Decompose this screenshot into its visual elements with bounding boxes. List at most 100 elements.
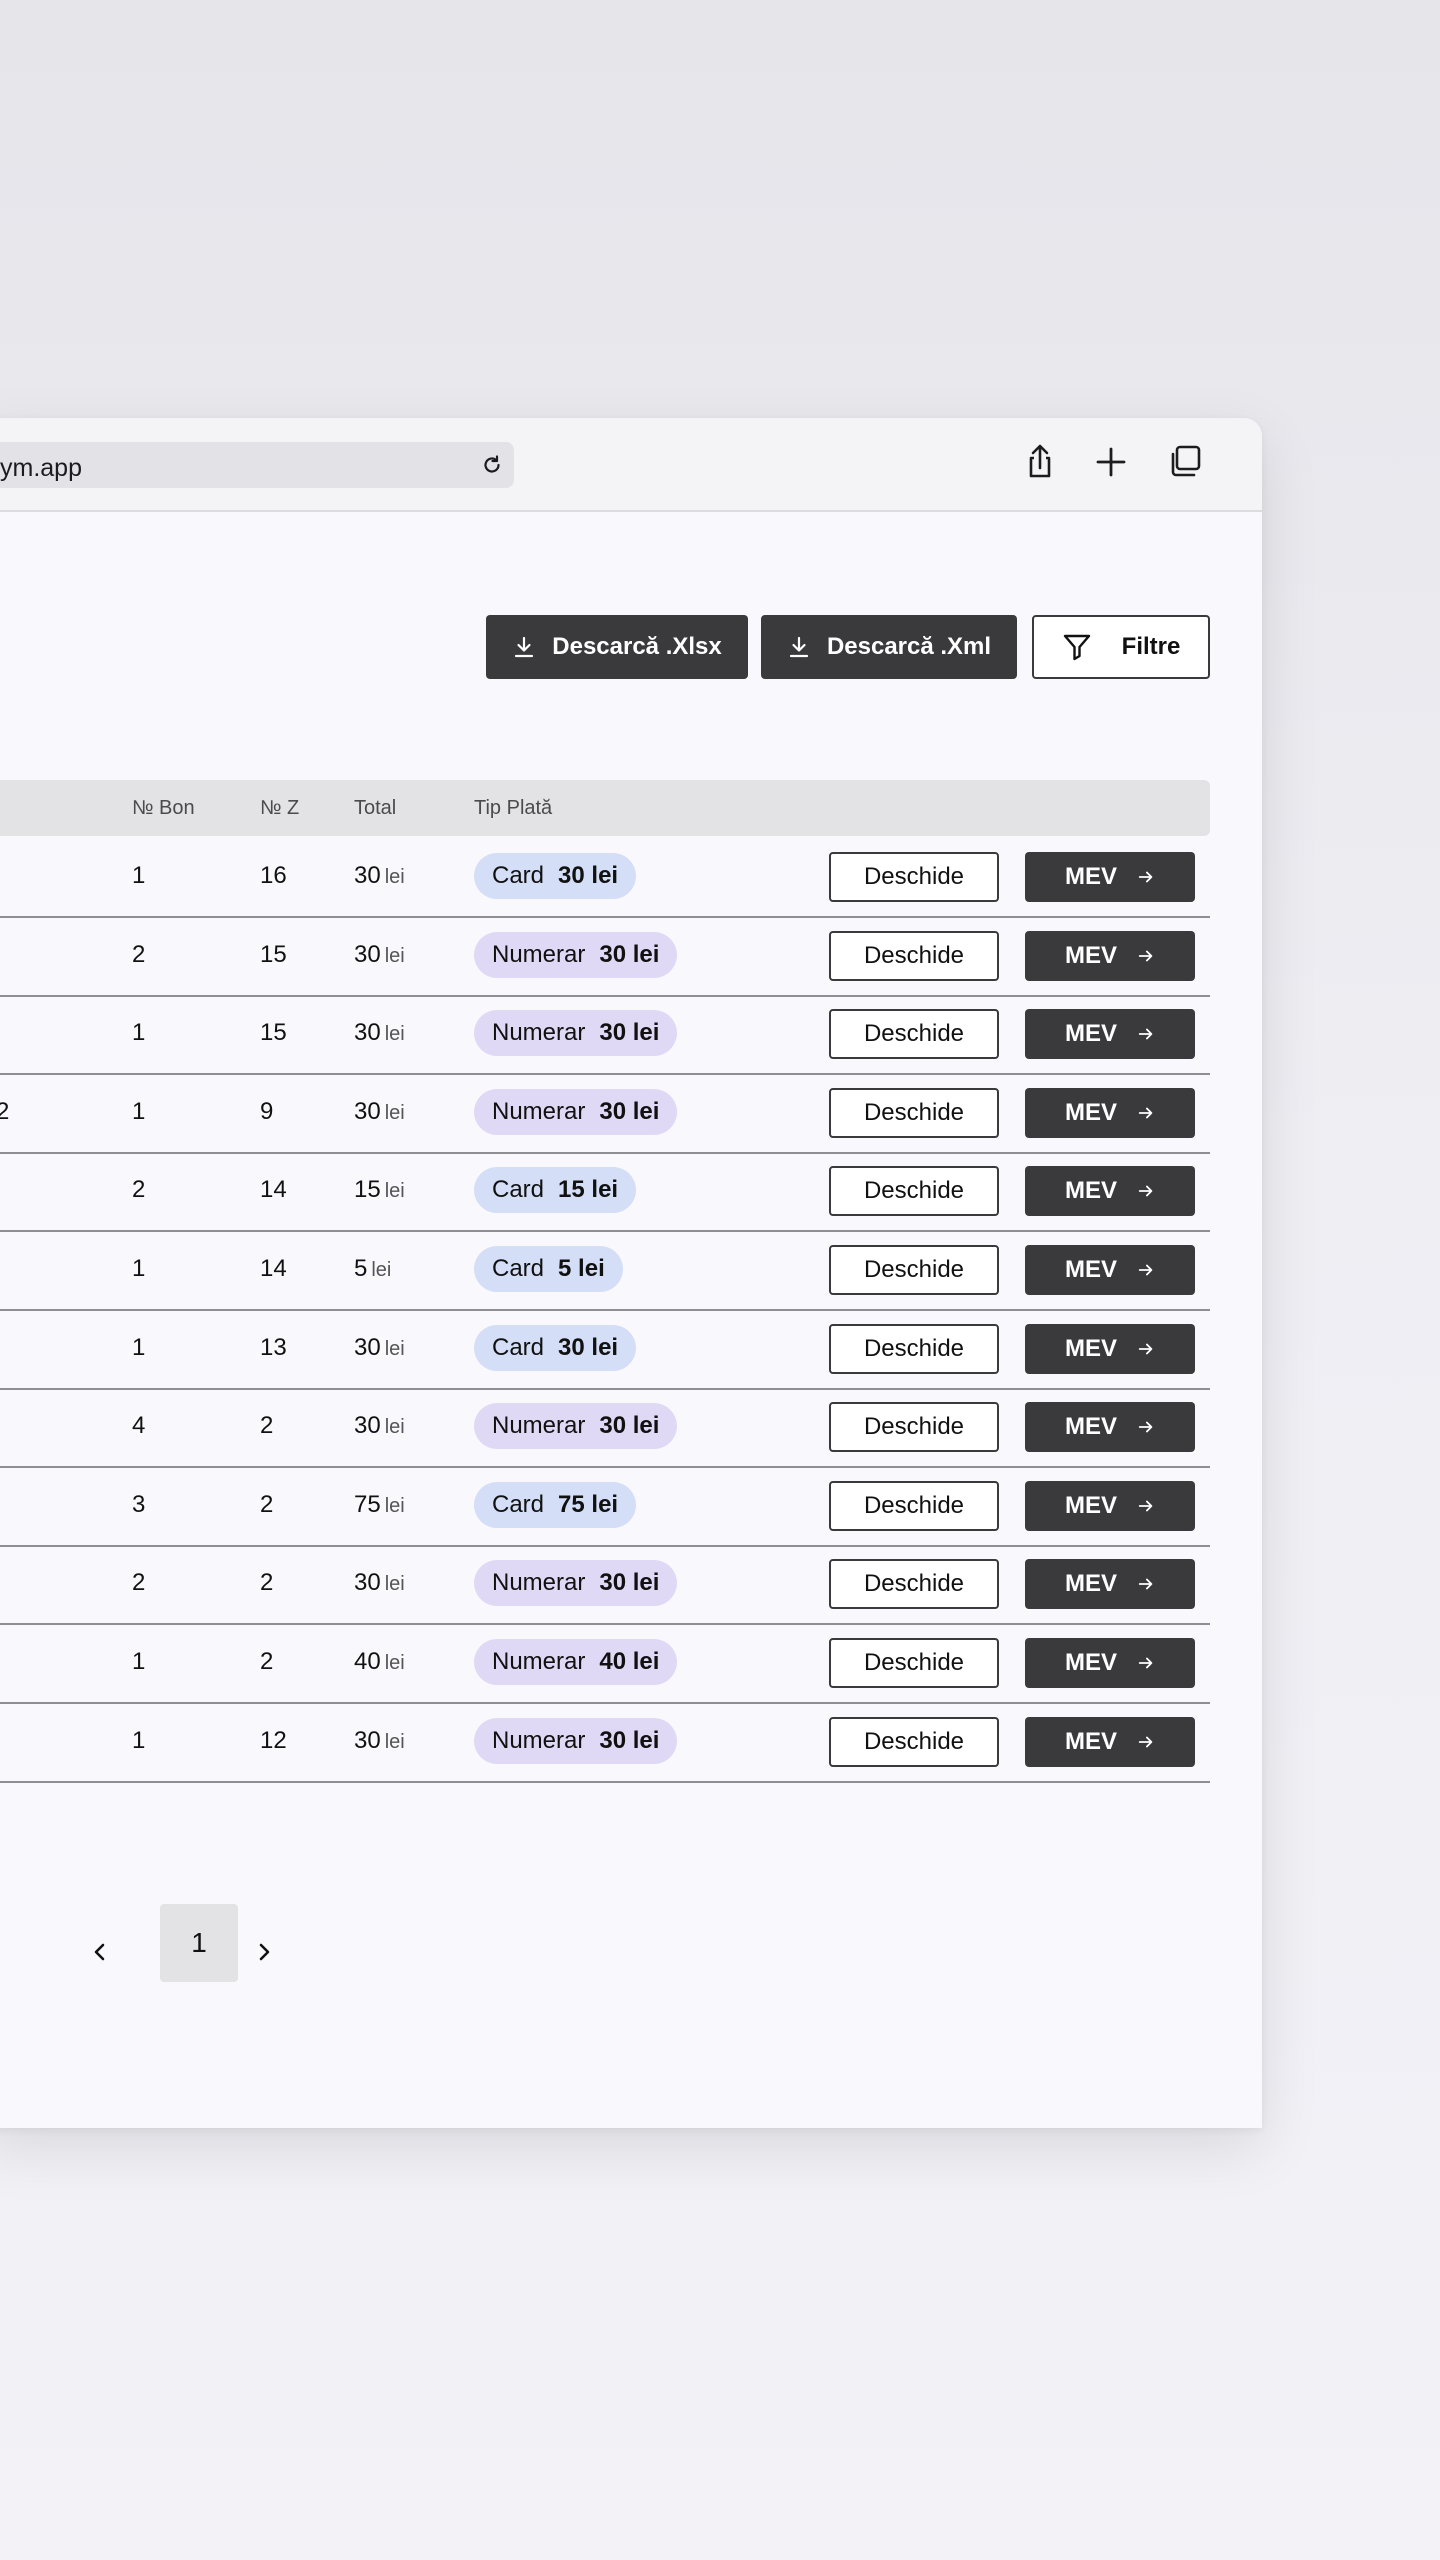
arrow-right-icon [1138, 950, 1153, 961]
mev-label: MEV [1064, 1256, 1117, 1283]
mev-button[interactable]: MEV [1025, 1638, 1195, 1688]
cell-total-currency: lei [384, 1494, 405, 1517]
cell-bon: 3 [132, 1490, 146, 1518]
reload-icon[interactable] [480, 453, 504, 477]
payment-badge: Numerar 30 lei [474, 1010, 678, 1057]
cell-z: 12 [260, 1726, 287, 1754]
arrow-right-icon [1138, 1500, 1153, 1512]
cell-total-currency: lei [384, 1573, 405, 1596]
cell-bon: 2 [132, 1176, 146, 1204]
cell-total-currency: lei [371, 1259, 392, 1281]
open-receipt-button[interactable]: Deschide [829, 1402, 999, 1453]
pagination-page-current[interactable]: 1 [160, 1904, 238, 1982]
open-receipt-button[interactable]: Deschide [829, 930, 999, 981]
cell-total-value: 30 [354, 1726, 381, 1754]
payment-amount: 5 lei [558, 1255, 605, 1282]
filters-label: Filtre [1121, 633, 1181, 660]
cell-bon: 1 [132, 1726, 146, 1754]
open-receipt-label: Deschide [863, 1413, 965, 1441]
open-receipt-button[interactable]: Deschide [829, 1009, 999, 1060]
mev-button[interactable]: MEV [1025, 930, 1195, 981]
open-receipt-label: Deschide [863, 1727, 965, 1755]
mev-label: MEV [1064, 1491, 1117, 1519]
pagination-prev-button[interactable] [80, 1912, 120, 1992]
open-receipt-button[interactable]: Deschide [829, 1716, 999, 1767]
mev-label: MEV [1064, 1649, 1117, 1676]
download-xlsx-label: Descarcă .Xlsx [552, 633, 722, 660]
tabs-overview-icon[interactable] [1164, 442, 1204, 482]
open-receipt-button[interactable]: Deschide [829, 1166, 999, 1217]
new-tab-icon[interactable] [1091, 442, 1131, 482]
cell-z: 2 [260, 1569, 274, 1597]
payment-badge: Card 75 lei [474, 1481, 637, 1528]
payment-badge: Numerar 30 lei [474, 1088, 678, 1135]
mev-button[interactable]: MEV [1025, 1087, 1195, 1138]
cell-bon: 1 [132, 1648, 146, 1675]
cell-total-value: 30 [354, 1333, 381, 1361]
pagination-next-button[interactable] [244, 1912, 284, 1992]
download-xml-button[interactable]: Descarcă .Xml [761, 615, 1017, 679]
cell-total: 30 lei [354, 1098, 405, 1126]
open-receipt-button[interactable]: Deschide [829, 1559, 999, 1610]
cell-total: 30 lei [354, 862, 405, 890]
mev-button[interactable]: MEV [1025, 1559, 1195, 1610]
cell-total: 30 lei [354, 1412, 405, 1440]
cell-total-currency: lei [384, 1023, 405, 1046]
cell-total-value: 30 [354, 1569, 381, 1597]
arrow-right-icon [1138, 1028, 1153, 1040]
payment-type: Numerar [492, 940, 586, 968]
open-receipt-button[interactable]: Deschide [829, 1638, 999, 1688]
mev-button[interactable]: MEV [1025, 1323, 1195, 1374]
cell-bon: 4 [132, 1412, 146, 1440]
mev-button[interactable]: MEV [1025, 1245, 1195, 1295]
arrow-right-icon [1138, 1578, 1153, 1590]
download-xlsx-button[interactable]: Descarcă .Xlsx [486, 615, 748, 679]
arrow-right-icon [1138, 1343, 1153, 1354]
cell-total: 30 lei [354, 1727, 405, 1755]
mev-button[interactable]: MEV [1025, 1009, 1195, 1060]
mev-button[interactable]: MEV [1025, 1716, 1195, 1767]
open-receipt-button[interactable]: Deschide [829, 852, 999, 902]
filters-button[interactable]: Filtre [1032, 615, 1210, 679]
open-receipt-label: Deschide [863, 1098, 965, 1126]
cell-total-currency: lei [384, 1337, 405, 1360]
open-receipt-label: Deschide [863, 1256, 965, 1283]
payment-type: Numerar [492, 1648, 586, 1675]
mev-button[interactable]: MEV [1025, 1402, 1195, 1453]
open-receipt-button[interactable]: Deschide [829, 1480, 999, 1531]
column-header-payment: Tip Plată [474, 797, 553, 819]
open-receipt-label: Deschide [863, 1649, 965, 1676]
open-receipt-label: Deschide [863, 941, 965, 969]
cell-total: 30 lei [354, 1019, 405, 1047]
mev-button[interactable]: MEV [1025, 1166, 1195, 1217]
cell-total-value: 30 [354, 1019, 381, 1047]
share-icon[interactable] [1020, 442, 1060, 482]
open-receipt-button[interactable]: Deschide [829, 1245, 999, 1295]
cell-z: 14 [260, 1176, 287, 1204]
address-bar[interactable]: ym.app [0, 442, 514, 488]
payment-type: Card [492, 1255, 545, 1282]
payment-amount: 30 lei [558, 862, 619, 889]
mev-button[interactable]: MEV [1025, 1480, 1195, 1531]
chevron-left-icon [94, 1943, 105, 1961]
arrow-right-icon [1138, 1421, 1153, 1433]
open-receipt-button[interactable]: Deschide [829, 1323, 999, 1374]
download-icon [789, 636, 809, 658]
table-row: 4 2 30 lei Numerar 30 lei Deschide MEV [0, 1388, 1210, 1469]
cell-bon: 1 [132, 862, 146, 889]
cell-total-value: 75 [354, 1490, 381, 1518]
table-row: 1 13 30 lei Card 30 lei Deschide MEV [0, 1310, 1210, 1390]
arrow-right-icon [1138, 1264, 1153, 1276]
mev-button[interactable]: MEV [1025, 852, 1195, 902]
payment-amount: 30 lei [599, 1726, 660, 1754]
table-row: 2 1 9 30 lei Numerar 30 lei Deschide MEV [0, 1074, 1210, 1154]
cell-bon: 1 [132, 1255, 146, 1282]
arrow-right-icon [1138, 1736, 1153, 1747]
cell-total: 75 lei [354, 1491, 405, 1519]
open-receipt-button[interactable]: Deschide [829, 1087, 999, 1138]
payment-amount: 30 lei [599, 1569, 660, 1597]
column-header-z: № Z [260, 797, 300, 819]
table-row: 3 2 75 lei Card 75 lei Deschide MEV [0, 1467, 1210, 1547]
cell-total-value: 30 [354, 940, 381, 968]
mev-label: MEV [1064, 1020, 1117, 1048]
